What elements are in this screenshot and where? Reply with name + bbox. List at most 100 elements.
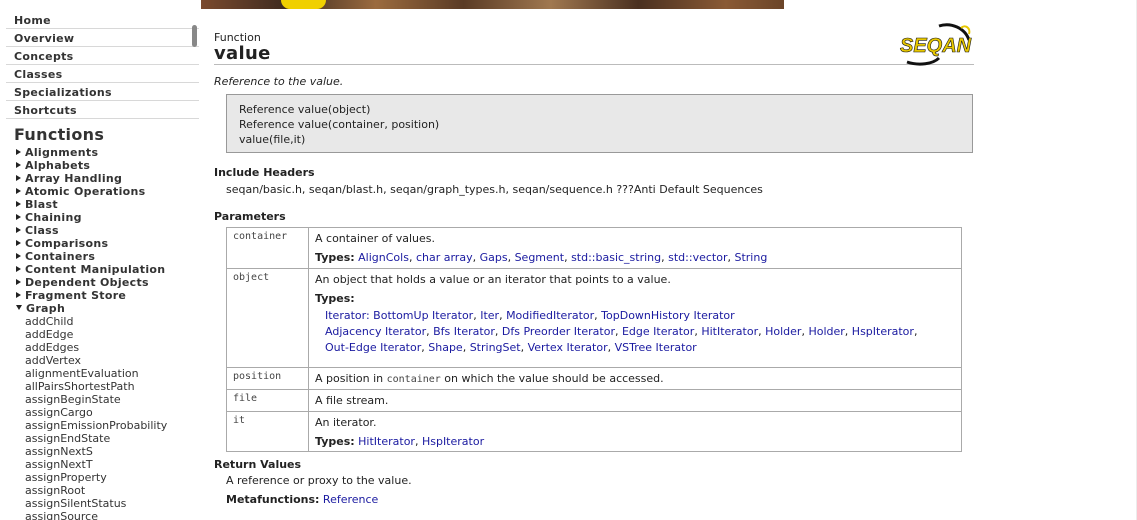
category-item[interactable]: Containers — [16, 250, 201, 263]
param-row-position: position A position in container on whic… — [226, 367, 962, 390]
type-link[interactable]: TopDownHistory Iterator — [601, 309, 735, 322]
category-label: Array Handling — [25, 172, 123, 185]
function-link[interactable]: assignBeginState — [25, 393, 201, 406]
category-item[interactable]: Blast — [16, 198, 201, 211]
types-label: Types: — [315, 435, 355, 448]
category-label: Containers — [25, 250, 96, 263]
type-link[interactable]: Holder — [808, 325, 844, 338]
header-divider — [214, 64, 974, 65]
functions-heading: Functions — [14, 125, 105, 144]
function-link[interactable]: assignProperty — [25, 471, 201, 484]
function-link[interactable]: assignCargo — [25, 406, 201, 419]
category-label: Atomic Operations — [25, 185, 146, 198]
type-link[interactable]: std::basic_string — [571, 251, 661, 264]
seqan-logo[interactable]: SEQAN — [899, 22, 973, 66]
inline-code: container — [386, 374, 441, 385]
triangle-right-icon — [16, 162, 21, 168]
category-item[interactable]: Fragment Store — [16, 289, 201, 302]
nav-concepts[interactable]: Concepts — [6, 47, 199, 65]
type-link[interactable]: Out-Edge Iterator — [325, 341, 421, 354]
category-list: Alignments Alphabets Array Handling Atomic … — [0, 146, 201, 302]
category-item[interactable]: Alphabets — [16, 159, 201, 172]
triangle-right-icon — [16, 149, 21, 155]
function-link[interactable]: addEdge — [25, 328, 201, 341]
function-link[interactable]: assignEndState — [25, 432, 201, 445]
function-link[interactable]: assignRoot — [25, 484, 201, 497]
category-item[interactable]: Array Handling — [16, 172, 201, 185]
types-links: HitIterator, HspIterator — [358, 435, 485, 448]
types-links: Out-Edge Iterator, Shape, StringSet, Ver… — [325, 341, 697, 354]
nav-shortcuts[interactable]: Shortcuts — [6, 101, 199, 119]
param-description: A container of values. — [315, 232, 436, 245]
type-link[interactable]: char array — [416, 251, 473, 264]
types-line: Adjacency Iterator, Bfs Iterator, Dfs Pr… — [325, 324, 955, 340]
type-link[interactable]: StringSet — [470, 341, 521, 354]
function-link[interactable]: addEdges — [25, 341, 201, 354]
category-graph[interactable]: Graph — [16, 302, 201, 315]
svg-text:SEQAN: SEQAN — [900, 35, 972, 57]
type-link[interactable]: Holder — [765, 325, 801, 338]
function-link[interactable]: addChild — [25, 315, 201, 328]
function-link[interactable]: assignNextS — [25, 445, 201, 458]
triangle-right-icon — [16, 175, 21, 181]
function-link[interactable]: assignSource — [25, 510, 201, 520]
category-item[interactable]: Dependent Objects — [16, 276, 201, 289]
category-item[interactable]: Alignments — [16, 146, 201, 159]
type-link[interactable]: HspIterator — [852, 325, 914, 338]
sidebar-scrollbar-thumb[interactable] — [192, 25, 197, 47]
signature-box: Reference value(object) Reference value(… — [226, 94, 973, 153]
type-link[interactable]: Segment — [515, 251, 565, 264]
type-link[interactable]: Bfs Iterator — [433, 325, 495, 338]
nav-overview[interactable]: Overview — [6, 29, 199, 47]
type-link[interactable]: VSTree Iterator — [615, 341, 697, 354]
triangle-right-icon — [16, 279, 21, 285]
param-row-container: container A container of values. Types: … — [226, 227, 962, 269]
nav-specializations[interactable]: Specializations — [6, 83, 199, 101]
category-item[interactable]: Content Manipulation — [16, 263, 201, 276]
type-link[interactable]: Adjacency Iterator — [325, 325, 426, 338]
signature-line: Reference value(container, position) — [239, 118, 440, 131]
category-label: Alphabets — [25, 159, 91, 172]
category-item[interactable]: Class — [16, 224, 201, 237]
function-link[interactable]: alignmentEvaluation — [25, 367, 201, 380]
types-line: Out-Edge Iterator, Shape, StringSet, Ver… — [325, 340, 955, 356]
function-link[interactable]: allPairsShortestPath — [25, 380, 201, 393]
type-link[interactable]: String — [734, 251, 767, 264]
type-link[interactable]: Vertex Iterator — [528, 341, 608, 354]
type-link[interactable]: AlignCols — [358, 251, 409, 264]
nav-home[interactable]: Home — [6, 11, 199, 29]
param-name: it — [226, 411, 309, 452]
param-row-file: file A file stream. — [226, 389, 962, 412]
metafunction-link[interactable]: Reference — [323, 493, 378, 506]
function-link[interactable]: addVertex — [25, 354, 201, 367]
param-description: An iterator. — [315, 416, 377, 429]
category-item[interactable]: Chaining — [16, 211, 201, 224]
type-link[interactable]: HspIterator — [422, 435, 484, 448]
triangle-right-icon — [16, 201, 21, 207]
category-label: Fragment Store — [25, 289, 127, 302]
type-link[interactable]: Gaps — [480, 251, 508, 264]
param-row-object: object An object that holds a value or a… — [226, 268, 962, 368]
type-link[interactable]: BottomUp Iterator — [373, 309, 473, 322]
type-link[interactable]: Iter — [480, 309, 499, 322]
category-label: Content Manipulation — [25, 263, 166, 276]
triangle-down-icon — [16, 304, 22, 310]
banner-emblem-icon — [281, 0, 326, 9]
metafunctions-line: Metafunctions: Reference — [226, 493, 378, 506]
triangle-right-icon — [16, 188, 21, 194]
type-link[interactable]: Edge Iterator — [622, 325, 694, 338]
type-link[interactable]: HitIterator — [701, 325, 758, 338]
function-link[interactable]: assignSilentStatus — [25, 497, 201, 510]
type-link[interactable]: ModifiedIterator — [506, 309, 594, 322]
iterator-link[interactable]: Iterator: — [325, 309, 373, 322]
category-item[interactable]: Comparisons — [16, 237, 201, 250]
function-link[interactable]: assignEmissionProbability — [25, 419, 201, 432]
nav-classes[interactable]: Classes — [6, 65, 199, 83]
type-link[interactable]: std::vector — [668, 251, 727, 264]
type-link[interactable]: Dfs Preorder Iterator — [502, 325, 615, 338]
function-link[interactable]: assignNextT — [25, 458, 201, 471]
types-links: AlignCols, char array, Gaps, Segment, st… — [358, 251, 768, 264]
type-link[interactable]: HitIterator — [358, 435, 415, 448]
type-link[interactable]: Shape — [428, 341, 462, 354]
category-item[interactable]: Atomic Operations — [16, 185, 201, 198]
